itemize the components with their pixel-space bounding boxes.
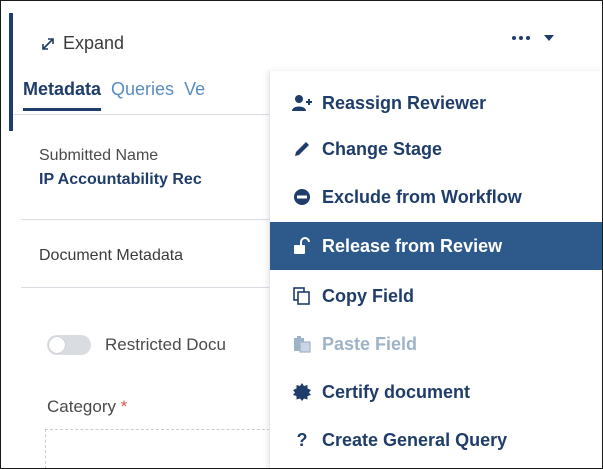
category-label-text: Category [47,397,116,416]
menu-item-label: Exclude from Workflow [322,186,522,207]
menu-item-copy-field[interactable]: Copy Field [270,272,602,320]
restricted-toggle-label: Restricted Docu [105,335,226,354]
expand-arrows-icon [39,35,57,53]
tabs-divider [13,114,273,115]
menu-item-label: Create General Query [322,429,508,450]
category-input[interactable] [45,429,285,468]
actions-dropdown-menu: Reassign Reviewer Change Stage Exclude f… [269,71,602,468]
tab-versions[interactable]: Ve [184,79,205,111]
chevron-down-icon[interactable] [544,35,554,41]
panel-actions [512,35,554,41]
section-title-document-metadata[interactable]: Document Metadata [39,247,183,265]
category-label: Category * [47,397,127,417]
submitted-name-value: IP Accountability Rec [39,171,202,188]
menu-item-label: Certify document [322,381,471,402]
unlock-icon [292,237,312,255]
divider [21,219,271,220]
tab-queries[interactable]: Queries [111,79,174,111]
question-icon: ? [296,429,308,450]
more-dots-icon[interactable] [512,36,530,40]
tab-metadata[interactable]: Metadata [23,79,102,111]
menu-item-label: Paste Field [322,333,418,354]
copy-icon [292,287,312,305]
menu-item-label: Change Stage [322,138,443,159]
pencil-icon [292,140,312,158]
menu-item-release-from-review[interactable]: Release from Review [270,222,602,270]
tab-bar: Metadata Queries Ve [23,79,205,111]
expand-label: Expand [63,33,125,53]
restricted-toggle[interactable] [47,335,91,355]
menu-item-reassign-reviewer[interactable]: Reassign Reviewer [270,79,602,127]
menu-item-label: Reassign Reviewer [322,92,487,113]
document-panel: Expand Metadata Queries Ve Submitted Nam… [0,0,603,469]
menu-item-change-stage[interactable]: Change Stage [270,125,602,173]
expand-button[interactable]: Expand [39,33,124,54]
menu-item-label: Release from Review [322,235,503,256]
user-plus-icon [292,94,312,112]
menu-item-exclude-from-workflow[interactable]: Exclude from Workflow [270,173,602,221]
submitted-name-label: Submitted Name [39,147,159,164]
paste-icon [292,335,312,353]
restricted-document-row: Restricted Docu [47,335,226,355]
required-marker: * [120,397,128,416]
menu-item-label: Copy Field [322,285,415,306]
divider [21,287,271,288]
minus-circle-icon [292,188,312,206]
menu-item-create-general-query[interactable]: ? Create General Query [270,416,602,464]
certificate-icon [292,383,312,401]
menu-item-certify-document[interactable]: Certify document [270,368,602,416]
menu-item-paste-field: Paste Field [270,320,602,368]
